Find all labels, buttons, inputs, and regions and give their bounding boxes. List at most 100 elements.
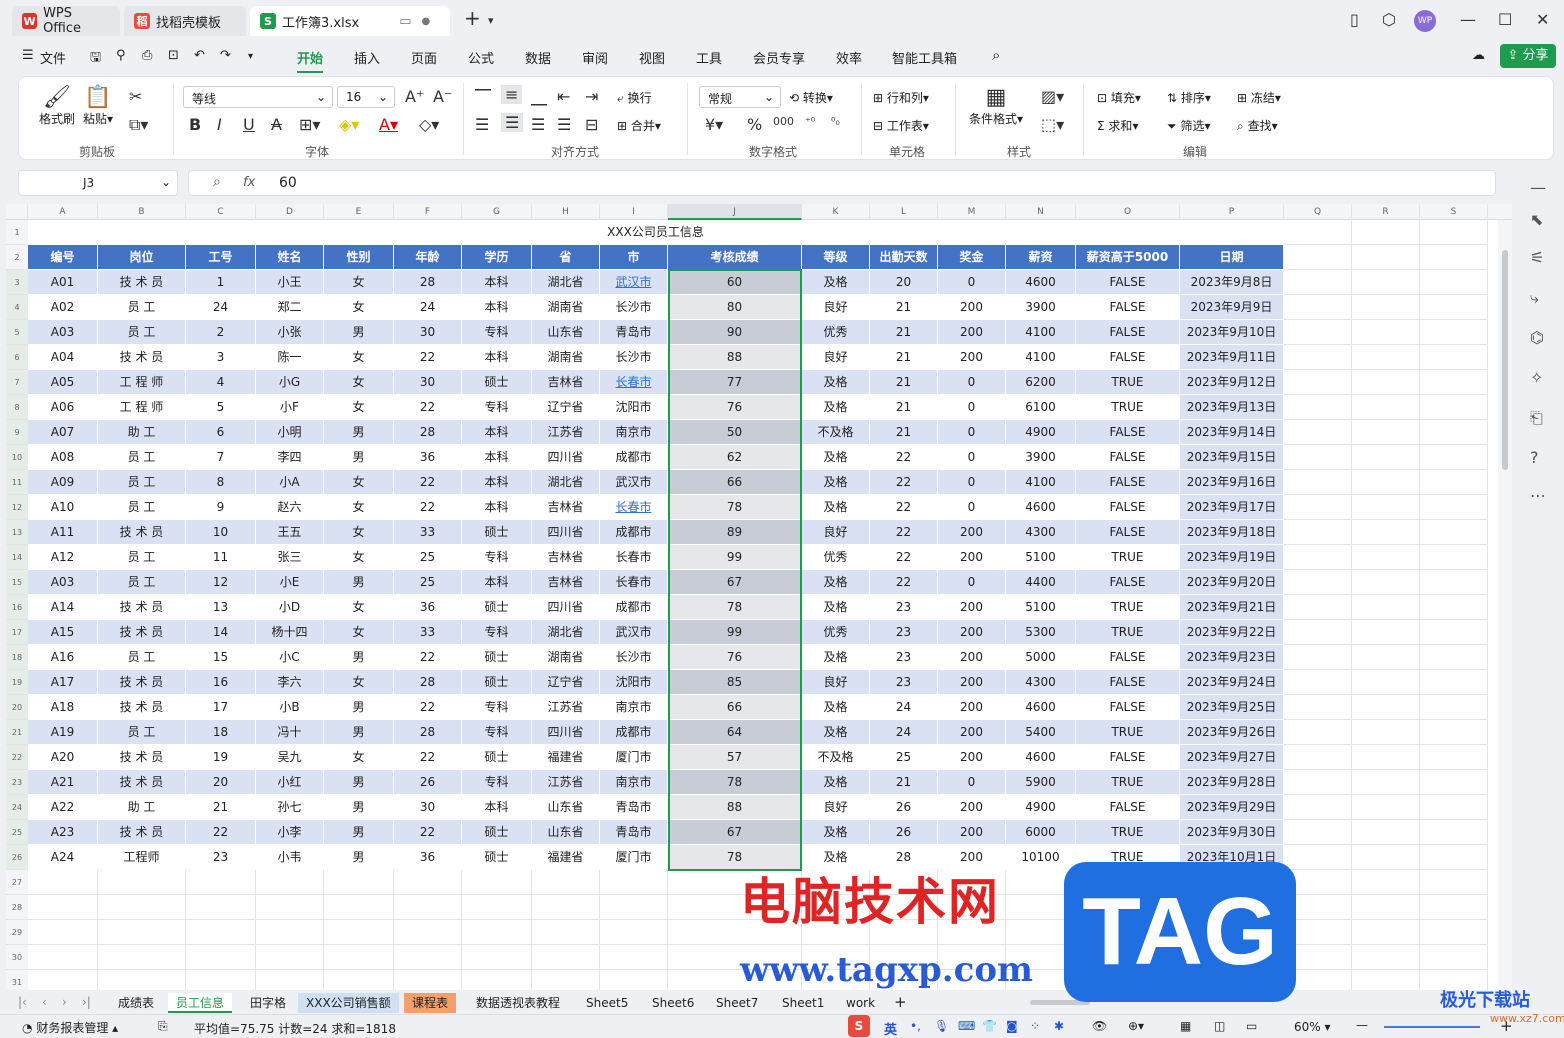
table-cell[interactable]: 女 xyxy=(324,595,394,620)
table-cell[interactable]: 助 工 xyxy=(98,795,186,820)
table-cell[interactable]: 8 xyxy=(186,470,256,495)
table-cell[interactable]: 0 xyxy=(938,270,1006,295)
sheet-tab[interactable]: Sheet7 xyxy=(708,993,766,1013)
game-icon[interactable]: ◙ xyxy=(1006,1019,1018,1033)
table-cell[interactable]: A18 xyxy=(28,695,98,720)
table-cell[interactable]: 男 xyxy=(324,695,394,720)
table-cell[interactable]: 李四 xyxy=(256,445,324,470)
table-cell[interactable]: 2023年9月23日 xyxy=(1180,645,1284,670)
table-cell[interactable]: 小张 xyxy=(256,320,324,345)
table-cell[interactable]: 硕士 xyxy=(462,845,532,870)
table-cell[interactable]: 福建省 xyxy=(532,745,600,770)
table-cell[interactable]: 硕士 xyxy=(462,820,532,845)
score-cell[interactable]: 76 xyxy=(668,645,802,670)
table-cell[interactable]: 4900 xyxy=(1006,795,1076,820)
empty-cell[interactable] xyxy=(1420,495,1488,520)
menu-efficiency[interactable]: 效率 xyxy=(836,48,862,67)
empty-cell[interactable] xyxy=(600,895,668,920)
empty-cell[interactable] xyxy=(1284,295,1352,320)
table-cell[interactable]: TRUE xyxy=(1076,620,1180,645)
table-cell[interactable]: 女 xyxy=(324,345,394,370)
table-cell[interactable]: 23 xyxy=(186,845,256,870)
empty-cell[interactable] xyxy=(1420,370,1488,395)
table-cell[interactable]: TRUE xyxy=(1076,820,1180,845)
column-header[interactable]: K xyxy=(802,204,870,220)
table-cell[interactable]: FALSE xyxy=(1076,295,1180,320)
column-title[interactable]: 年龄 xyxy=(394,245,462,270)
table-cell[interactable]: 200 xyxy=(938,745,1006,770)
table-cell[interactable]: 赵六 xyxy=(256,495,324,520)
table-cell[interactable]: A14 xyxy=(28,595,98,620)
menu-review[interactable]: 审阅 xyxy=(582,48,608,67)
table-cell[interactable]: 长春市 xyxy=(600,570,668,595)
table-cell[interactable]: A23 xyxy=(28,820,98,845)
empty-cell[interactable] xyxy=(1352,245,1420,270)
justify-icon[interactable]: ☰ xyxy=(557,115,571,134)
table-cell[interactable]: 女 xyxy=(324,295,394,320)
row-header[interactable]: 25 xyxy=(6,820,28,845)
row-header[interactable]: 5 xyxy=(6,320,28,345)
table-cell[interactable]: 26 xyxy=(870,795,938,820)
score-cell[interactable]: 99 xyxy=(668,545,802,570)
table-cell[interactable]: 王五 xyxy=(256,520,324,545)
table-cell[interactable]: 22 xyxy=(394,820,462,845)
table-cell[interactable]: 33 xyxy=(394,620,462,645)
table-cell[interactable]: 技 术 员 xyxy=(98,695,186,720)
score-cell[interactable]: 80 xyxy=(668,295,802,320)
empty-cell[interactable] xyxy=(1352,970,1420,990)
column-header[interactable]: E xyxy=(324,204,394,220)
empty-cell[interactable] xyxy=(600,970,668,990)
table-cell[interactable]: 四川省 xyxy=(532,520,600,545)
table-cell[interactable]: 0 xyxy=(938,770,1006,795)
score-cell[interactable]: 77 xyxy=(668,370,802,395)
print-preview-icon[interactable]: ⊡ xyxy=(168,48,179,63)
table-cell[interactable]: A01 xyxy=(28,270,98,295)
table-cell[interactable]: 200 xyxy=(938,795,1006,820)
add-sheet-icon[interactable]: + xyxy=(894,993,907,1011)
table-cell[interactable]: 24 xyxy=(394,295,462,320)
table-cell[interactable]: 5100 xyxy=(1006,595,1076,620)
menu-page[interactable]: 页面 xyxy=(411,48,437,67)
table-cell[interactable]: 0 xyxy=(938,495,1006,520)
table-cell[interactable]: 小明 xyxy=(256,420,324,445)
table-cell[interactable]: 24 xyxy=(186,295,256,320)
table-cell[interactable]: A05 xyxy=(28,370,98,395)
empty-cell[interactable] xyxy=(1284,345,1352,370)
menu-data[interactable]: 数据 xyxy=(525,48,551,67)
empty-cell[interactable] xyxy=(1284,645,1352,670)
table-cell[interactable]: 本科 xyxy=(462,295,532,320)
table-cell[interactable]: FALSE xyxy=(1076,445,1180,470)
score-cell[interactable]: 67 xyxy=(668,570,802,595)
column-title[interactable]: 编号 xyxy=(28,245,98,270)
undo-icon[interactable]: ↶ xyxy=(194,48,205,63)
table-cell[interactable]: 技 术 员 xyxy=(98,270,186,295)
column-header[interactable]: H xyxy=(532,204,600,220)
table-cell[interactable]: 及格 xyxy=(802,695,870,720)
empty-cell[interactable] xyxy=(1352,720,1420,745)
table-cell[interactable]: 南京市 xyxy=(600,420,668,445)
table-cell[interactable]: 本科 xyxy=(462,470,532,495)
score-cell[interactable]: 67 xyxy=(668,820,802,845)
table-cell[interactable]: 厦门市 xyxy=(600,845,668,870)
table-cell[interactable]: 李六 xyxy=(256,670,324,695)
table-cell[interactable]: 湖南省 xyxy=(532,345,600,370)
table-cell[interactable]: A09 xyxy=(28,470,98,495)
conditional-format-button[interactable]: ▦ 条件格式▾ xyxy=(969,85,1023,127)
table-cell[interactable]: TRUE xyxy=(1076,595,1180,620)
empty-cell[interactable] xyxy=(1420,770,1488,795)
empty-cell[interactable] xyxy=(1284,220,1352,245)
table-cell[interactable]: 24 xyxy=(870,720,938,745)
table-cell[interactable]: 成都市 xyxy=(600,595,668,620)
cloud-icon[interactable]: ☁ xyxy=(1472,48,1485,63)
table-cell[interactable]: 0 xyxy=(938,395,1006,420)
empty-cell[interactable] xyxy=(1352,345,1420,370)
table-cell[interactable]: 武汉市 xyxy=(600,470,668,495)
empty-cell[interactable] xyxy=(28,895,98,920)
table-cell[interactable]: 工 程 师 xyxy=(98,370,186,395)
table-cell[interactable]: A15 xyxy=(28,620,98,645)
table-cell[interactable]: 员 工 xyxy=(98,295,186,320)
table-cell[interactable]: FALSE xyxy=(1076,670,1180,695)
normal-view-icon[interactable]: ▦ xyxy=(1180,1019,1191,1033)
table-cell[interactable]: 2023年9月9日 xyxy=(1180,295,1284,320)
fx-icon[interactable]: fx xyxy=(243,175,255,190)
